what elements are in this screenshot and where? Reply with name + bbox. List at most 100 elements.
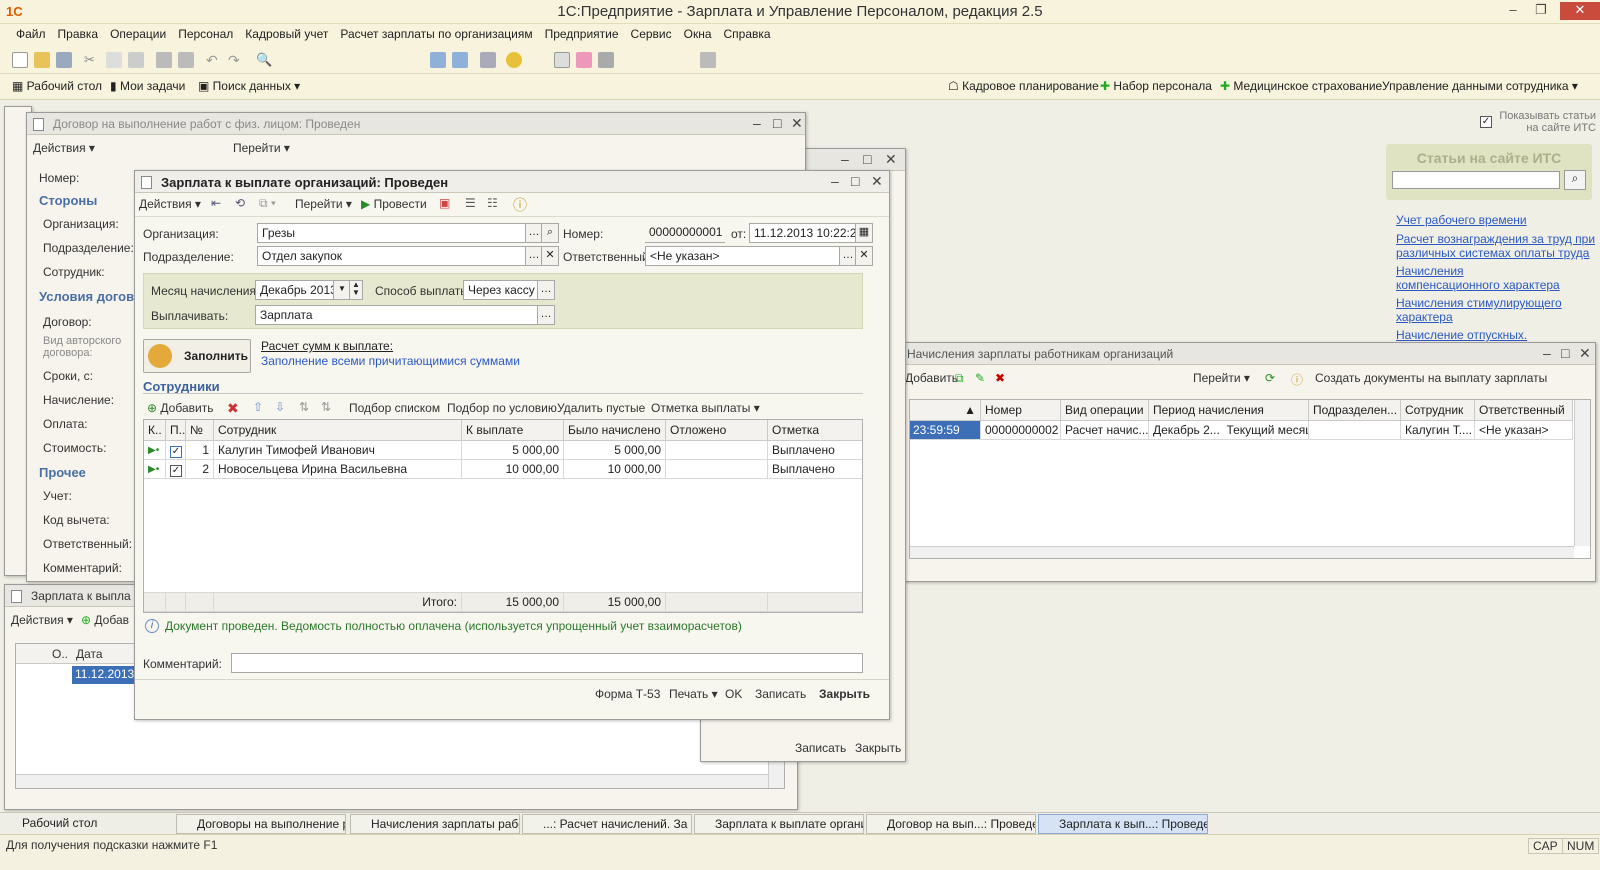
col-operation[interactable]: Вид операции	[1060, 400, 1149, 421]
task-contract-doc[interactable]: Договор на вып...: Проведен	[866, 814, 1036, 834]
paste-icon[interactable]	[128, 52, 144, 68]
table-row[interactable]: ▶• ✓ 2 Новосельцева Ирина Васильевна 10 …	[144, 459, 862, 479]
show-its-checkbox[interactable]: ✓	[1480, 116, 1492, 128]
menu-edit[interactable]: Правка	[52, 24, 105, 44]
month-spinner[interactable]: ▲ ▼	[349, 280, 363, 300]
structure-icon[interactable]: ☰	[465, 196, 476, 210]
col-dept[interactable]: Подразделен...	[1308, 400, 1401, 421]
help-icon[interactable]: ⓘ	[1291, 371, 1303, 388]
org-search-icon[interactable]: ⌕	[541, 223, 559, 243]
its-search-input[interactable]	[1392, 171, 1560, 189]
task-contracts[interactable]: Договоры на выполнение р...	[176, 814, 346, 834]
redo-icon[interactable]: ↷	[228, 52, 244, 68]
settings-icon[interactable]: ☷	[487, 196, 498, 210]
task-payroll-list[interactable]: Зарплата к выплате органи...	[694, 814, 864, 834]
contract-actions-button[interactable]: Действия ▾	[33, 141, 95, 155]
col-sort[interactable]: ▲	[910, 400, 981, 421]
accrual-add-button[interactable]: Добавить	[905, 371, 958, 385]
its-link-4[interactable]: Начисление отпускных.	[1396, 328, 1527, 342]
menu-help[interactable]: Справка	[718, 24, 777, 44]
info-icon[interactable]	[506, 52, 522, 68]
bg-close-button[interactable]: Закрыть	[855, 741, 901, 755]
delete-empty-button[interactable]: Удалить пустые	[557, 401, 645, 415]
pick-cond-button[interactable]: Подбор по условию	[447, 401, 557, 415]
responsible-clear-icon[interactable]: ✕	[855, 246, 873, 266]
close-icon[interactable]: ✕	[791, 115, 803, 132]
move-icon[interactable]: ⇤	[211, 196, 221, 210]
menu-operations[interactable]: Операции	[104, 24, 172, 44]
delete-icon[interactable]: ✖	[227, 400, 239, 417]
org-field[interactable]: Грезы	[257, 223, 527, 243]
number-field[interactable]: 00000000001	[645, 223, 725, 243]
menu-service[interactable]: Сервис	[625, 24, 678, 44]
post-button[interactable]: ▶ Провести	[361, 197, 427, 211]
pay-list-actions-button[interactable]: Действия ▾	[11, 613, 73, 627]
calculator-icon[interactable]	[554, 52, 570, 68]
write-button[interactable]: Записать	[755, 687, 806, 701]
recruitment-button[interactable]: ✚ Набор персонала	[1100, 79, 1212, 93]
print-icon[interactable]	[156, 52, 172, 68]
its-link-1[interactable]: Расчет вознаграждения за труд при различ…	[1396, 232, 1596, 260]
col-k[interactable]: К..	[144, 420, 166, 441]
method-select-button[interactable]: …	[537, 280, 555, 300]
close-button[interactable]: Закрыть	[819, 687, 870, 701]
main-actions-button[interactable]: Действия ▾	[139, 197, 201, 211]
row-checkbox[interactable]: ✓	[165, 459, 186, 479]
menu-payroll[interactable]: Расчет зарплаты по организациям	[334, 24, 538, 44]
its-search-icon[interactable]: ⌕	[1564, 170, 1586, 190]
form-t53-button[interactable]: Форма Т-53	[595, 687, 660, 701]
col-deferred[interactable]: Отложено	[665, 420, 768, 441]
emp-add-button[interactable]: ⊕ Добавить	[147, 401, 213, 415]
month-field[interactable]: Декабрь 2013	[255, 280, 335, 300]
minimize-icon[interactable]: –	[831, 173, 839, 189]
maximize-icon[interactable]: □	[1561, 345, 1569, 361]
pick-list-button[interactable]: Подбор списком	[349, 401, 440, 415]
save-icon[interactable]	[56, 52, 72, 68]
col-employee[interactable]: Сотрудник	[1400, 400, 1475, 421]
medical-insurance-button[interactable]: ✚ Медицинское страхование	[1220, 79, 1382, 93]
employee-data-button[interactable]: Управление данными сотрудника ▾	[1382, 79, 1578, 93]
col-mark[interactable]: Отметка	[767, 420, 862, 441]
calc-sums-link[interactable]: Расчет сумм к выплате:	[261, 339, 393, 353]
open-icon[interactable]	[34, 52, 50, 68]
tools-icon[interactable]	[700, 52, 716, 68]
my-tasks-button[interactable]: ▮ Мои задачи	[110, 79, 185, 93]
menu-hr[interactable]: Кадровый учет	[239, 24, 334, 44]
help-icon[interactable]: ⓘ	[513, 195, 527, 215]
minimize-icon[interactable]: –	[753, 115, 761, 131]
responsible-field[interactable]: <Не указан>	[645, 246, 857, 266]
calendar-icon[interactable]	[576, 52, 592, 68]
calendar-icon[interactable]: ▦	[855, 223, 873, 243]
windows-icon[interactable]	[480, 52, 496, 68]
col-responsible[interactable]: Ответственный	[1474, 400, 1573, 421]
col-accrued[interactable]: Было начислено	[563, 420, 666, 441]
pay-kind-field[interactable]: Зарплата	[255, 305, 539, 325]
pay-kind-select-button[interactable]: …	[537, 305, 555, 325]
move-down-icon[interactable]: ⇩	[275, 400, 285, 414]
pay-list-row-date[interactable]: 11.12.2013	[72, 666, 134, 684]
refresh-icon[interactable]: ⟳	[1265, 371, 1275, 385]
new-icon[interactable]	[12, 52, 28, 68]
search-icon[interactable]: 🔍	[256, 52, 272, 68]
move-up-icon[interactable]: ⇧	[253, 400, 263, 414]
minimize-icon[interactable]: –	[841, 151, 849, 167]
col-p[interactable]: П..	[165, 420, 186, 441]
its-link-0[interactable]: Учет рабочего времени	[1396, 213, 1527, 227]
task-calc[interactable]: ...: Расчет начислений. За ...	[522, 814, 692, 834]
its-link-2[interactable]: Начисления компенсационного характера	[1396, 264, 1566, 292]
table-row[interactable]: 23:59:59 00000000002 Расчет начис... Дек…	[910, 420, 1573, 440]
close-icon[interactable]: ✕	[885, 151, 897, 168]
col-no[interactable]: №	[185, 420, 214, 441]
close-icon[interactable]: ✕	[1560, 2, 1600, 20]
delete-icon[interactable]: ✖	[995, 371, 1005, 385]
dept-field[interactable]: Отдел закупок	[257, 246, 527, 266]
task-accruals[interactable]: Начисления зарплаты рабо...	[350, 814, 520, 834]
table-row[interactable]: ▶• ✓ 1 Калугин Тимофей Иванович 5 000,00…	[144, 440, 862, 460]
cut-icon[interactable]: ✂	[84, 52, 100, 68]
col-number[interactable]: Номер	[980, 400, 1061, 421]
col-to-pay[interactable]: К выплате	[461, 420, 564, 441]
task-payroll-doc[interactable]: Зарплата к вып...: Проведен	[1038, 814, 1208, 834]
find-prev-icon[interactable]	[452, 52, 468, 68]
comment-field[interactable]	[231, 653, 863, 673]
col-employee[interactable]: Сотрудник	[213, 420, 462, 441]
